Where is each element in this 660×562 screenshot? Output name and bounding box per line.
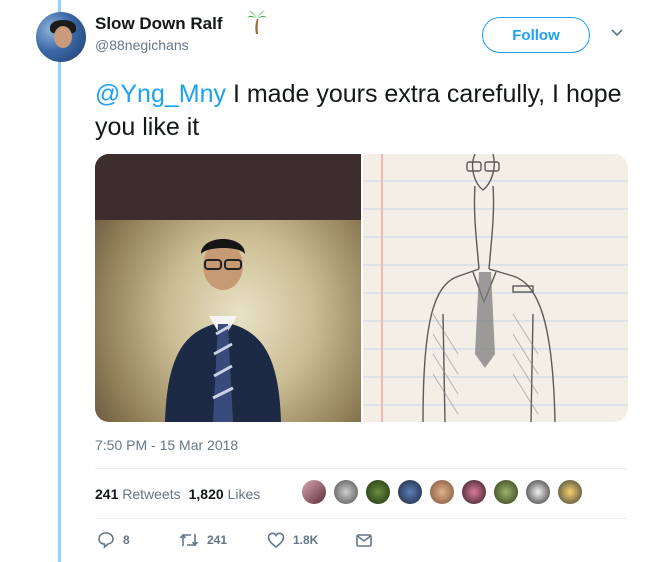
tweet-timestamp[interactable]: 7:50 PM - 15 Mar 2018 <box>95 437 238 453</box>
user-handle[interactable]: @88negichans <box>95 37 189 53</box>
reply-count: 8 <box>123 533 130 547</box>
likes-label: Likes <box>227 486 261 502</box>
liker-avatars <box>300 478 584 508</box>
photo-person[interactable] <box>95 154 361 422</box>
retweet-icon <box>179 533 199 547</box>
follow-button[interactable]: Follow <box>482 17 590 53</box>
direct-message-button[interactable] <box>355 531 381 549</box>
retweets-count: 241 <box>95 486 119 502</box>
mention-link[interactable]: @Yng_Mny <box>95 80 226 108</box>
reply-button[interactable]: 8 <box>97 531 130 549</box>
retweet-count: 241 <box>207 533 228 547</box>
display-name[interactable]: Slow Down Ralf <box>95 14 223 34</box>
liker-avatar[interactable] <box>396 478 424 506</box>
avatar[interactable] <box>36 12 86 62</box>
liker-avatar[interactable] <box>556 478 584 506</box>
photo-drawing[interactable] <box>363 154 628 422</box>
liker-avatar[interactable] <box>300 478 328 506</box>
envelope-icon <box>356 534 372 547</box>
thread-line <box>58 0 61 562</box>
retweet-button[interactable]: 241 <box>179 531 227 549</box>
tweet-media[interactable] <box>95 154 628 422</box>
retweets-label: Retweets <box>122 486 181 502</box>
liker-avatar[interactable] <box>332 478 360 506</box>
heart-icon <box>267 532 285 549</box>
liker-avatar[interactable] <box>428 478 456 506</box>
retweets-stat[interactable]: 241 Retweets <box>95 486 181 502</box>
like-button[interactable]: 1.8K <box>267 531 318 549</box>
like-count: 1.8K <box>293 533 319 547</box>
reply-icon <box>98 532 114 549</box>
liker-avatar[interactable] <box>460 478 488 506</box>
liker-avatar[interactable] <box>364 478 392 506</box>
liker-avatar[interactable] <box>492 478 520 506</box>
palm-tree-icon <box>247 11 267 34</box>
divider <box>95 468 627 469</box>
likes-count: 1,820 <box>188 486 224 502</box>
liker-avatar[interactable] <box>524 478 552 506</box>
engagement-stats: 241 Retweets 1,820 Likes <box>95 486 260 502</box>
chevron-down-icon[interactable] <box>610 28 624 38</box>
tweet-text: @Yng_Mny I made yours extra carefully, I… <box>95 78 635 144</box>
likes-stat[interactable]: 1,820 Likes <box>189 486 261 502</box>
divider <box>95 518 627 519</box>
